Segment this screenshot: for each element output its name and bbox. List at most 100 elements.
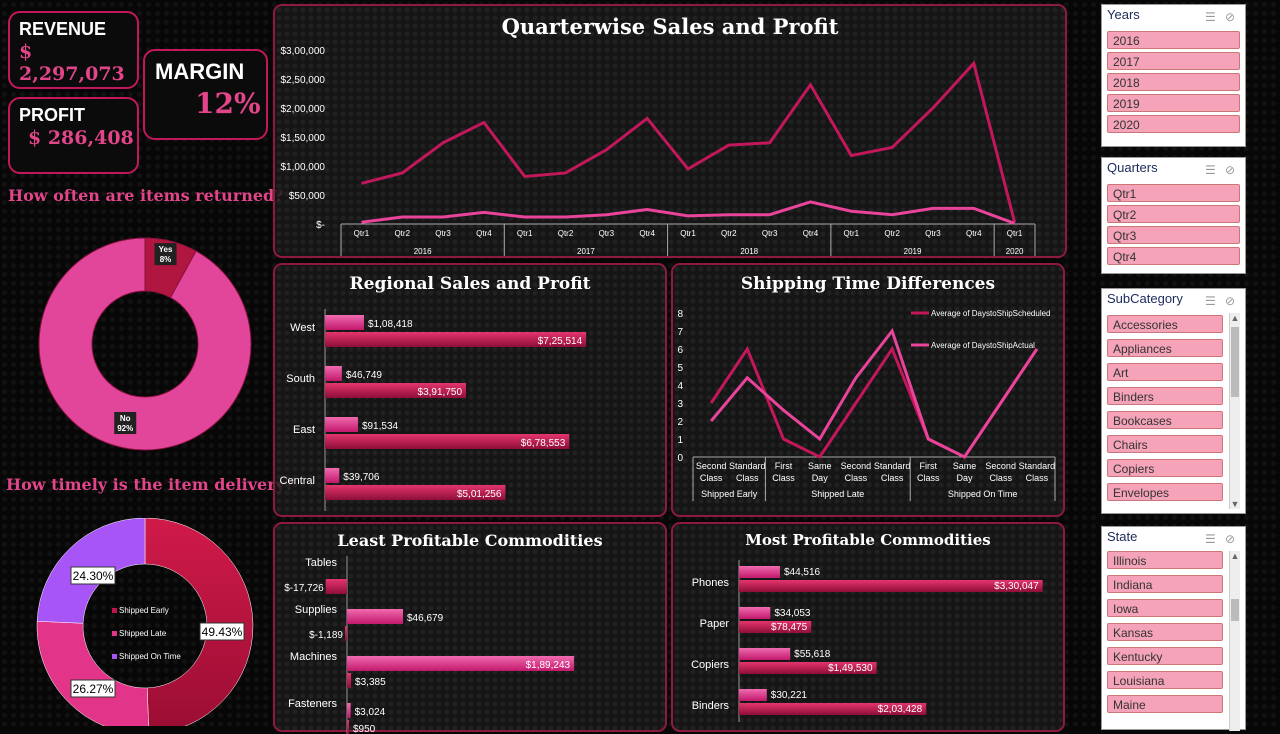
slicer-item-accessories[interactable]: Accessories [1107, 315, 1223, 333]
x-group-label: 2016 [414, 247, 432, 256]
scroll-down-icon[interactable]: ▼ [1230, 499, 1240, 509]
data-label: $1,49,530 [828, 663, 873, 674]
margin-value: 12% [195, 87, 261, 120]
x-tick-label: Class [917, 473, 940, 483]
x-tick-label: Qtr4 [639, 229, 655, 238]
category-label: Machines [290, 651, 338, 663]
slicer-item-illinois[interactable]: Illinois [1107, 551, 1223, 569]
x-tick-label: Qtr3 [435, 229, 451, 238]
revenue-card: REVENUE $ 2,297,073 [8, 11, 139, 89]
state-slicer[interactable]: State ☰ ⊘ Illinois Indiana Iowa Kansas Kentu… [1101, 526, 1246, 731]
clear-filter-icon[interactable]: ⊘ [1225, 160, 1235, 180]
multi-select-icon[interactable]: ☰ [1205, 7, 1216, 27]
subcategory-slicer[interactable]: SubCategory ☰ ⊘ Accessories Appliances Art… [1101, 288, 1246, 514]
clear-filter-icon[interactable]: ⊘ [1225, 7, 1235, 27]
slicer-item-kentucky[interactable]: Kentucky [1107, 647, 1223, 665]
data-label: $5,01,256 [457, 489, 502, 500]
y-tick-label: 4 [677, 381, 683, 392]
x-tick-label: Qtr2 [394, 229, 410, 238]
x-group-label: Shipped Early [701, 489, 758, 499]
x-tick-label: Qtr2 [884, 229, 900, 238]
multi-select-icon[interactable]: ☰ [1205, 160, 1216, 180]
slicer-item-qtr1[interactable]: Qtr1 [1107, 184, 1240, 202]
scroll-up-icon[interactable]: ▲ [1230, 551, 1240, 561]
slicer-item-2018[interactable]: 2018 [1107, 73, 1240, 91]
slicer-item-maine[interactable]: Maine [1107, 695, 1223, 713]
x-tick-label: First [920, 461, 938, 471]
slice-label: Yes [159, 245, 173, 254]
y-tick-label: 1 [677, 435, 683, 446]
slicer-item-2016[interactable]: 2016 [1107, 31, 1240, 49]
data-label: $46,749 [346, 370, 383, 381]
bar-series-1 [739, 689, 767, 701]
slicer-item-2019[interactable]: 2019 [1107, 94, 1240, 112]
x-tick-label: Second [696, 461, 727, 471]
slice-pct: 8% [160, 255, 172, 264]
legend-swatch [112, 608, 117, 613]
bar-series-1 [739, 648, 791, 660]
category-label: South [286, 373, 315, 385]
slicer-item-copiers[interactable]: Copiers [1107, 459, 1223, 477]
slicer-item-qtr3[interactable]: Qtr3 [1107, 226, 1240, 244]
subcategory-scrollbar[interactable]: ▲ ▼ [1229, 313, 1240, 509]
data-label: $1,89,243 [526, 660, 571, 671]
x-tick-label: First [775, 461, 793, 471]
y-tick-label: $- [316, 220, 325, 231]
y-tick-label: $2,50,000 [281, 75, 326, 86]
slicer-item-qtr2[interactable]: Qtr2 [1107, 205, 1240, 223]
quarters-slicer-header: Quarters ☰ ⊘ [1102, 158, 1245, 178]
scroll-thumb[interactable] [1231, 327, 1239, 397]
bar-series-1 [739, 566, 780, 578]
state-scrollbar[interactable]: ▲ [1229, 551, 1240, 731]
x-tick-label: Class [989, 473, 1012, 483]
data-label: $91,534 [362, 421, 399, 432]
quarters-slicer[interactable]: Quarters ☰ ⊘ Qtr1 Qtr2 Qtr3 Qtr4 [1101, 157, 1246, 274]
data-label: $46,679 [407, 613, 444, 624]
x-tick-label: Standard [729, 461, 766, 471]
clear-filter-icon[interactable]: ⊘ [1225, 529, 1235, 549]
years-slicer-header: Years ☰ ⊘ [1102, 5, 1245, 25]
slicer-item-binders[interactable]: Binders [1107, 387, 1223, 405]
bar-series-2 [345, 626, 347, 641]
slicer-item-kansas[interactable]: Kansas [1107, 623, 1223, 641]
slicer-item-appliances[interactable]: Appliances [1107, 339, 1223, 357]
legend-swatch [112, 654, 117, 659]
y-tick-label: 2 [677, 417, 683, 428]
category-label: Supplies [295, 604, 338, 616]
data-label: $44,516 [784, 567, 821, 578]
x-tick-label: Same [953, 461, 977, 471]
slicer-item-bookcases[interactable]: Bookcases [1107, 411, 1223, 429]
multi-select-icon[interactable]: ☰ [1205, 291, 1216, 311]
years-slicer[interactable]: Years ☰ ⊘ 2016 2017 2018 2019 2020 [1101, 4, 1246, 147]
scheduled-line [709, 345, 1039, 459]
margin-label: MARGIN [155, 59, 245, 84]
data-label: $39,706 [343, 472, 380, 483]
x-tick-label: Day [956, 473, 973, 483]
subcategory-slicer-title: SubCategory [1107, 291, 1183, 306]
x-tick-label: Day [812, 473, 829, 483]
slicer-item-2017[interactable]: 2017 [1107, 52, 1240, 70]
clear-filter-icon[interactable]: ⊘ [1225, 291, 1235, 311]
category-label: Fasteners [288, 698, 337, 710]
slicer-item-2020[interactable]: 2020 [1107, 115, 1240, 133]
x-tick-label: Qtr1 [844, 229, 860, 238]
slice-pct: 49.43% [202, 625, 243, 639]
scroll-thumb[interactable] [1231, 599, 1239, 621]
x-tick-label: Class [881, 473, 904, 483]
scroll-up-icon[interactable]: ▲ [1230, 313, 1240, 323]
slicer-item-envelopes[interactable]: Envelopes [1107, 483, 1223, 501]
bar-series-1 [325, 417, 358, 432]
slicer-item-art[interactable]: Art [1107, 363, 1223, 381]
multi-select-icon[interactable]: ☰ [1205, 529, 1216, 549]
slicer-item-qtr4[interactable]: Qtr4 [1107, 247, 1240, 265]
bar-series-2 [347, 673, 352, 688]
quarters-slicer-title: Quarters [1107, 160, 1158, 175]
x-group-label: 2020 [1006, 247, 1024, 256]
data-label: $-1,189 [309, 630, 343, 641]
x-tick-label: Same [808, 461, 832, 471]
x-tick-label: Qtr4 [966, 229, 982, 238]
slicer-item-iowa[interactable]: Iowa [1107, 599, 1223, 617]
slicer-item-chairs[interactable]: Chairs [1107, 435, 1223, 453]
slicer-item-indiana[interactable]: Indiana [1107, 575, 1223, 593]
slicer-item-louisiana[interactable]: Louisiana [1107, 671, 1223, 689]
